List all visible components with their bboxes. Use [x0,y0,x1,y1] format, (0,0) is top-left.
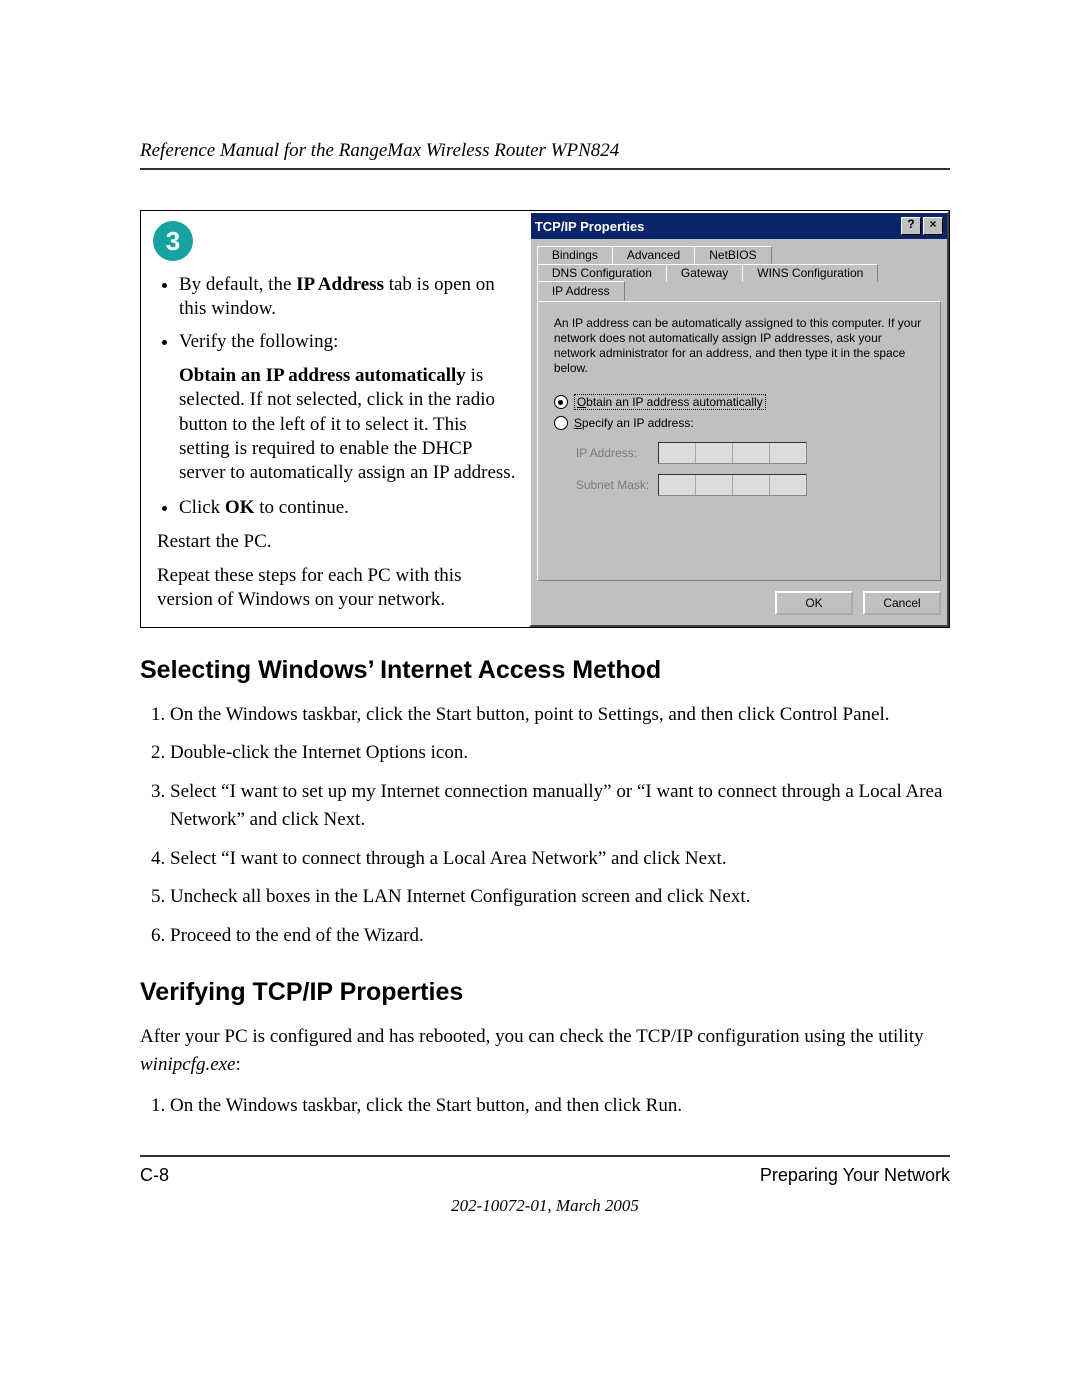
cancel-button[interactable]: Cancel [863,591,941,615]
step3-container: 3 By default, the IP Address tab is open… [140,210,950,628]
list-item: On the Windows taskbar, click the Start … [170,701,950,730]
tab-row-2: DNS Configuration Gateway WINS Configura… [537,263,941,301]
tab-advanced[interactable]: Advanced [612,246,695,264]
tab-dns-configuration[interactable]: DNS Configuration [537,264,667,282]
list-item: Proceed to the end of the Wizard. [170,922,950,951]
text: By default, the [179,274,296,295]
subnet-mask-label: Subnet Mask: [576,478,658,492]
text-bold: IP Address [296,274,384,295]
text: pecify an IP address: [582,416,694,430]
text: btain an IP address automatically [586,395,763,409]
step3-bullet-verify: Verify the following: [179,330,519,354]
mnemonic: O [577,395,586,409]
internet-access-steps: On the Windows taskbar, click the Start … [140,701,950,951]
command-name: winipcfg.exe [140,1054,236,1075]
text-bold: Obtain an IP address automatically [179,365,466,386]
ok-button[interactable]: OK [775,591,853,615]
tab-wins-configuration[interactable]: WINS Configuration [742,264,878,282]
subnet-mask-field-row: Subnet Mask: [576,474,924,496]
radio-dot-icon [554,416,568,430]
close-button[interactable]: × [923,217,943,235]
dialog-titlebar: TCP/IP Properties ? × [531,213,947,239]
step3-bullet-ipaddress-tab: By default, the IP Address tab is open o… [179,273,519,322]
tab-gateway[interactable]: Gateway [666,264,743,282]
radio-specify-ip[interactable]: Specify an IP address: [554,416,924,430]
publication-info: 202-10072-01, March 2005 [140,1196,950,1216]
text: After your PC is configured and has rebo… [140,1026,924,1047]
heading-verifying-tcpip: Verifying TCP/IP Properties [140,978,950,1007]
text: : [236,1054,241,1075]
text: to continue. [254,497,348,518]
dialog-title: TCP/IP Properties [535,219,645,234]
page-footer: C-8 Preparing Your Network [140,1165,950,1186]
text: Click [179,497,225,518]
footer-rule [140,1155,950,1157]
ip-address-tab-panel: An IP address can be automatically assig… [537,301,941,581]
radio-dot-icon [554,395,568,409]
tcpip-properties-dialog: TCP/IP Properties ? × Bindings Advanced … [529,211,949,627]
ip-address-label: IP Address: [576,446,658,460]
radio-obtain-label: Obtain an IP address automatically [574,394,766,410]
chapter-title: Preparing Your Network [760,1165,950,1186]
subnet-mask-input [658,474,807,496]
step3-restart: Restart the PC. [157,530,519,554]
list-item: Select “I want to connect through a Loca… [170,845,950,874]
list-item: On the Windows taskbar, click the Start … [170,1092,950,1121]
verifying-intro: After your PC is configured and has rebo… [140,1023,950,1078]
ip-address-description: An IP address can be automatically assig… [554,316,924,376]
verifying-steps: On the Windows taskbar, click the Start … [140,1092,950,1121]
list-item: Double-click the Internet Options icon. [170,739,950,768]
running-header: Reference Manual for the RangeMax Wirele… [140,140,950,162]
tab-row-1: Bindings Advanced NetBIOS [537,245,941,263]
header-rule [140,168,950,170]
tab-ip-address[interactable]: IP Address [537,281,625,301]
tab-netbios[interactable]: NetBIOS [694,246,771,264]
heading-selecting-internet-access: Selecting Windows’ Internet Access Metho… [140,656,950,685]
ip-address-input [658,442,807,464]
dialog-button-row: OK Cancel [537,591,941,615]
page-number: C-8 [140,1165,169,1186]
step3-instructions: 3 By default, the IP Address tab is open… [141,211,529,627]
text-bold: OK [225,497,255,518]
tab-bindings[interactable]: Bindings [537,246,613,264]
ip-address-field-row: IP Address: [576,442,924,464]
radio-specify-label: Specify an IP address: [574,416,694,430]
list-item: Select “I want to set up my Internet con… [170,778,950,835]
mnemonic: S [574,416,582,430]
radio-obtain-automatically[interactable]: Obtain an IP address automatically [554,394,924,410]
step-number-badge: 3 [153,221,193,261]
help-button[interactable]: ? [901,217,921,235]
step3-bullet-click-ok: Click OK to continue. [179,496,519,520]
step3-repeat: Repeat these steps for each PC with this… [157,564,519,613]
list-item: Uncheck all boxes in the LAN Internet Co… [170,883,950,912]
tcpip-dialog-screenshot: TCP/IP Properties ? × Bindings Advanced … [529,211,949,627]
step3-obtain-ip-paragraph: Obtain an IP address automatically is se… [179,364,519,486]
